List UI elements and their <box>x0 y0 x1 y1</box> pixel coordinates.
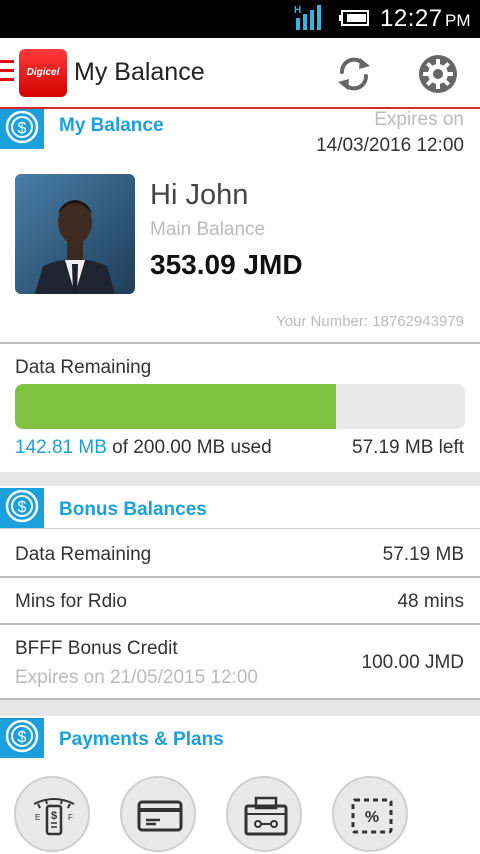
app-bar: Digicel My Balance <box>0 38 480 109</box>
divider <box>0 698 480 700</box>
credit-card-button[interactable] <box>120 776 196 852</box>
bonus-row-label: BFFF Bonus Credit <box>15 638 178 659</box>
dollar-coin-icon: $ <box>0 488 44 528</box>
bonus-row-expiry: Expires on 21/05/2015 12:00 <box>15 667 258 688</box>
greeting: Hi John <box>150 179 249 211</box>
data-used-text: 142.81 MB of 200.00 MB used <box>15 437 272 459</box>
voucher-button[interactable] <box>226 776 302 852</box>
divider <box>0 576 480 578</box>
main-balance-value: 353.09 JMD <box>150 249 303 280</box>
data-progress-fill <box>15 384 337 429</box>
signal-icon: H <box>294 5 321 30</box>
data-remaining-card: Data Remaining 142.81 MB of 200.00 MB us… <box>0 344 480 472</box>
settings-gear-icon[interactable] <box>416 52 460 96</box>
svg-text:H: H <box>294 5 301 16</box>
main-balance-label: Main Balance <box>150 219 266 240</box>
your-number: Your Number: 18762943979 <box>276 313 464 330</box>
bonus-row-label: Mins for Rdio <box>15 591 127 612</box>
hamburger-menu-icon[interactable] <box>0 60 14 84</box>
discount-button[interactable]: % <box>332 776 408 852</box>
dollar-coin-icon: $ <box>0 718 44 758</box>
svg-text:$: $ <box>18 499 27 516</box>
bonus-row-label: Data Remaining <box>15 544 152 565</box>
discount-coupon-icon: % <box>351 798 393 834</box>
svg-text:E: E <box>35 813 40 822</box>
bonus-balances-card: $ Bonus Balances Data Remaining 57.19 MB… <box>0 486 480 700</box>
clock-time: 12:27 <box>380 5 443 32</box>
payment-buttons-row: E F $ % <box>0 776 480 854</box>
battery-icon <box>339 10 369 26</box>
section-title-bonus-balances: Bonus Balances <box>59 499 207 520</box>
divider <box>0 528 480 529</box>
dollar-coin-icon: $ <box>0 109 44 149</box>
payments-plans-card: $ Payments & Plans E F $ % <box>0 716 480 854</box>
divider <box>0 623 480 625</box>
data-progress-bar <box>15 384 465 429</box>
page-title: My Balance <box>74 58 205 86</box>
expires-date: 14/03/2016 12:00 <box>316 135 464 156</box>
data-remaining-label: Data Remaining <box>15 357 152 378</box>
section-title-payments-plans: Payments & Plans <box>59 729 224 750</box>
svg-text:$: $ <box>18 729 27 746</box>
data-left-amount: 57.19 MB left <box>352 437 464 458</box>
svg-text:$: $ <box>18 120 27 137</box>
voucher-machine-icon <box>244 796 288 836</box>
svg-text:%: % <box>365 809 379 826</box>
data-used-amount: 142.81 MB <box>15 437 107 458</box>
digicel-logo: Digicel <box>19 49 67 97</box>
bonus-row-value: 100.00 JMD <box>361 652 464 673</box>
bonus-row-value: 57.19 MB <box>382 544 464 565</box>
status-bar: H 12:27 PM <box>0 0 480 38</box>
section-title-my-balance: My Balance <box>59 115 164 136</box>
bonus-row-value: 48 mins <box>397 591 464 612</box>
avatar <box>15 174 135 294</box>
data-used-suffix: of 200.00 MB used <box>106 437 272 458</box>
expires-label: Expires on <box>374 109 464 130</box>
top-up-button[interactable]: E F $ <box>14 776 90 852</box>
svg-text:F: F <box>68 813 73 822</box>
clock-ampm: PM <box>445 11 471 30</box>
credit-card-icon <box>137 800 183 832</box>
my-balance-card: $ My Balance Expires on 14/03/2016 12:00… <box>0 109 480 342</box>
svg-text:$: $ <box>51 810 57 822</box>
top-up-meter-icon: E F $ <box>33 798 75 836</box>
refresh-icon[interactable] <box>334 54 374 94</box>
